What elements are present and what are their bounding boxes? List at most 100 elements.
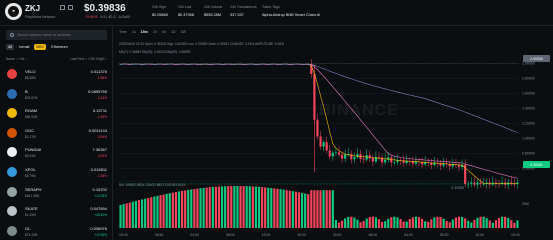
filter-iomail[interactable]: Iomail <box>17 44 31 50</box>
volume-bar <box>242 186 245 228</box>
filter-ethereum[interactable]: Ethereum <box>49 44 69 50</box>
token-list-price: 0.0011133 <box>88 127 107 133</box>
token-list-item[interactable]: XPOL $6.79M 0.015811 -1.35% <box>0 164 113 184</box>
current-price-tag: 0.39391 <box>523 161 550 168</box>
volume-bar <box>454 217 457 228</box>
volume-bar <box>267 187 270 228</box>
volume-bar <box>190 189 193 228</box>
volume-bar <box>396 217 399 228</box>
volume-bar <box>181 190 184 228</box>
volume-bar <box>248 186 251 228</box>
stat-24h-high: 24h High $2.0586K <box>152 5 169 17</box>
token-list-price: 0.015811 <box>90 166 107 172</box>
volume-bar <box>393 216 396 228</box>
copy-icon[interactable] <box>60 5 65 10</box>
token-list-item[interactable]: ROAM $86.92M 0.15711 -1.49% <box>0 105 113 125</box>
token-list-change: -1.35% <box>96 173 107 178</box>
token-list-volume: $1.27M <box>25 134 36 139</box>
volume-bar <box>491 222 494 228</box>
sort-name-vol[interactable]: Name ↕ / Vol ↕ <box>6 57 27 61</box>
volume-bar <box>214 186 217 228</box>
volume-bar <box>313 190 316 228</box>
volume-bar <box>390 217 393 228</box>
x-axis-label: 06/16 <box>368 233 377 237</box>
token-list-item[interactable]: B $28.87M 0.0895755 -2.43% <box>0 86 113 106</box>
chain-filters: All Iomail BSC Ethereum <box>6 44 70 50</box>
volume-bar <box>251 186 254 228</box>
volume-bar <box>270 188 273 228</box>
volume-bar <box>159 195 162 228</box>
volume-bar <box>371 216 374 228</box>
token-list-item[interactable]: VELO $6.38M 0.011376 -1.68% <box>0 66 113 86</box>
volume-bar <box>147 197 150 228</box>
token-list-name: SERAPH <box>25 186 42 192</box>
token-list-item[interactable]: PUNDIAI $6.09M 7.36367 -4.03% <box>0 144 113 164</box>
candle-body <box>377 157 381 158</box>
list-column-header: Name ↕ / Vol ↕ Last Price ↕ / 24h Chg% ↕ <box>6 57 107 61</box>
candle-body <box>334 152 337 153</box>
token-list-item[interactable]: GGC $1.27M 0.0011133 -0.54% <box>0 125 113 145</box>
token-logo-icon: ◓ <box>5 3 22 20</box>
header-actions <box>60 5 73 10</box>
x-axis-label: 16:00 <box>511 233 520 237</box>
token-list-item[interactable]: SERAPH $641.39M 0.19702 +14.28% <box>0 184 113 204</box>
token-header: ◓ ZKJ Polyhedra Network $0.39836 -79.90%… <box>0 0 553 26</box>
token-list-item[interactable]: OL $73.43M 0.036976 +10.96% <box>0 223 113 240</box>
volume-bar <box>319 190 322 228</box>
volume-bar <box>233 186 236 228</box>
token-list: VELO $6.38M 0.011376 -1.68% B $28.87M 0.089575… <box>0 66 113 240</box>
volume-bar <box>445 221 448 228</box>
volume-bar <box>131 201 134 228</box>
y-axis-label: 1.20000 <box>522 122 535 126</box>
volume-bar <box>516 220 519 228</box>
volume-bar <box>301 192 304 228</box>
volume-bar <box>297 192 301 228</box>
token-change: -79.90% 8.8 | $0.3...1c2a55 <box>84 15 131 19</box>
volume-bar <box>128 202 131 228</box>
volume-axis-label: 20M <box>522 202 529 206</box>
volume-bar <box>488 220 491 228</box>
volume-bar <box>322 190 325 228</box>
token-list-change: -0.54% <box>96 134 107 139</box>
volume-bar <box>171 192 174 228</box>
volume-bar <box>439 217 442 228</box>
x-axis-label: 04:00 <box>190 233 199 237</box>
search-box[interactable] <box>6 30 107 40</box>
volume-bar <box>202 187 205 228</box>
token-list-price: 0.047694 <box>90 206 107 212</box>
candle-body <box>473 182 476 185</box>
volume-bar <box>276 188 279 228</box>
token-list-item[interactable]: SKATE $1.39M 0.047694 +46.40% <box>0 203 113 223</box>
volume-bar <box>337 222 341 228</box>
volume-bar <box>137 200 141 228</box>
candle-body <box>470 182 473 184</box>
volume-bar <box>473 219 476 228</box>
filter-all[interactable]: All <box>6 44 15 50</box>
filter-bsc[interactable]: BSC <box>34 44 47 50</box>
volume-bar <box>193 189 196 228</box>
y-axis-label: 1.00000 <box>522 137 535 141</box>
ma25-line <box>120 63 518 179</box>
token-list-volume: $73.43M <box>25 232 38 237</box>
price-chart-panel: Time 1s 15m 1h 4h 1D 1W 2025/06/16 16:30 Open:… <box>114 26 553 240</box>
x-axis-label: 04:00 <box>404 233 413 237</box>
token-list-change: +10.96% <box>94 232 107 237</box>
volume-bar <box>177 191 181 228</box>
volume-bar <box>144 198 147 228</box>
candle-body <box>344 154 347 159</box>
y-axis-label: 0.80000 <box>522 152 535 156</box>
search-input[interactable] <box>17 33 107 37</box>
volume-bar <box>457 216 461 228</box>
stat-24h-volume: 24h Volume $555.28M <box>204 5 223 17</box>
candlestick-chart[interactable]: 2.00000 1.80000 1.60000 1.40000 1.20000 1.000… <box>114 26 553 240</box>
token-list-name: XPOL <box>25 166 36 172</box>
volume-bar <box>408 219 411 228</box>
token-list-volume: $6.79M <box>25 173 36 178</box>
volume-bar <box>227 186 230 228</box>
volume-bar <box>344 218 347 228</box>
token-list-change: -4.03% <box>96 154 107 159</box>
y-axis-label: 1.60000 <box>522 92 535 96</box>
volume-bar <box>184 190 187 228</box>
sort-price-change[interactable]: Last Price ↕ / 24h Chg% ↕ <box>70 57 107 61</box>
star-icon[interactable] <box>68 5 73 10</box>
